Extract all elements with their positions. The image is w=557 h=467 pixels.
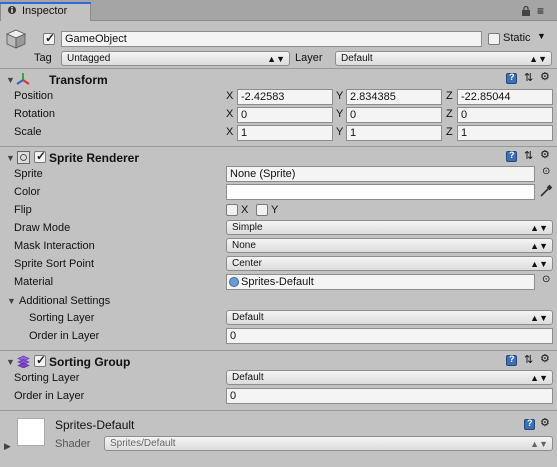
lock-icon[interactable] (521, 6, 531, 16)
flip-y-checkbox[interactable] (256, 204, 268, 216)
presets-icon[interactable]: ⇅ (524, 353, 533, 366)
sprite-field[interactable]: None (Sprite) (226, 166, 535, 182)
material-foldout[interactable]: ▶ (4, 441, 11, 452)
sg-order-in-layer-label: Order in Layer (14, 390, 85, 402)
tag-dropdown[interactable]: Untagged ▲▼ (61, 51, 290, 66)
sr-sorting-layer-dropdown[interactable]: Default ▲▼ (226, 310, 553, 325)
color-field[interactable] (226, 184, 535, 200)
sprite-renderer-foldout[interactable]: ▼ (6, 153, 15, 163)
gear-icon[interactable]: ⚙ (540, 70, 550, 83)
scale-label: Scale (14, 126, 42, 138)
sprite-material-icon (229, 277, 239, 287)
sorting-group-icon (17, 355, 30, 368)
tab-title: Inspector (22, 5, 68, 17)
flip-y-label: Y (271, 204, 279, 216)
scale-y-label[interactable]: Y (336, 126, 343, 138)
help-icon[interactable] (524, 418, 535, 430)
sprite-renderer-icon (17, 151, 30, 164)
sorting-group-foldout[interactable]: ▼ (6, 357, 15, 367)
position-label: Position (14, 90, 54, 102)
static-label: Static (503, 32, 531, 44)
scale-z-label[interactable]: Z (446, 126, 453, 138)
sr-sorting-layer-label: Sorting Layer (29, 312, 95, 324)
draw-mode-label: Draw Mode (14, 222, 71, 234)
gear-icon[interactable]: ⚙ (540, 352, 550, 365)
sprite-renderer-enabled-checkbox[interactable] (34, 149, 46, 163)
rotation-y-field[interactable]: 0 (346, 107, 442, 123)
divider (0, 146, 557, 147)
rotation-x-label[interactable]: X (226, 108, 233, 120)
more-icon[interactable]: ≡ (537, 4, 544, 18)
sr-order-in-layer-label: Order in Layer (29, 330, 100, 342)
transform-title: Transform (49, 73, 108, 87)
scale-x-field[interactable]: 1 (237, 125, 333, 141)
sg-order-in-layer-field[interactable]: 0 (226, 388, 553, 404)
material-label: Material (14, 276, 54, 288)
color-label: Color (14, 186, 41, 198)
picker-icon[interactable]: ⊙ (542, 274, 550, 285)
scale-x-label[interactable]: X (226, 126, 233, 138)
position-x-label[interactable]: X (226, 90, 233, 102)
sr-order-in-layer-field[interactable]: 0 (226, 328, 553, 344)
sg-sorting-layer-label: Sorting Layer (14, 372, 80, 384)
position-z-field[interactable]: -22.85044 (457, 89, 553, 105)
additional-settings-label[interactable]: Additional Settings (19, 295, 110, 307)
position-x-field[interactable]: -2.42583 (237, 89, 333, 105)
help-icon[interactable] (506, 354, 517, 366)
flip-x-checkbox[interactable] (226, 204, 238, 216)
sorting-group-enabled-checkbox[interactable] (34, 353, 46, 367)
shader-dropdown[interactable]: Sprites/Default ▲▼ (104, 436, 553, 451)
eyedropper-icon[interactable] (539, 184, 553, 198)
gear-icon[interactable]: ⚙ (540, 416, 550, 429)
rotation-label: Rotation (14, 108, 55, 120)
transform-foldout[interactable]: ▼ (6, 75, 15, 85)
transform-icon (16, 73, 30, 85)
active-checkbox[interactable] (43, 31, 55, 45)
mask-interaction-label: Mask Interaction (14, 240, 95, 252)
presets-icon[interactable]: ⇅ (524, 71, 533, 84)
presets-icon[interactable]: ⇅ (524, 149, 533, 162)
position-y-field[interactable]: 2.834385 (346, 89, 442, 105)
scale-z-field[interactable]: 1 (457, 125, 553, 141)
picker-icon[interactable]: ⊙ (542, 166, 550, 177)
tag-label: Tag (34, 52, 52, 64)
help-icon[interactable] (506, 150, 517, 162)
material-name: Sprites-Default (55, 418, 135, 432)
sprite-label: Sprite (14, 168, 43, 180)
mask-interaction-dropdown[interactable]: None ▲▼ (226, 238, 553, 253)
position-z-label[interactable]: Z (446, 90, 453, 102)
inspector-icon (8, 6, 16, 14)
layer-label: Layer (295, 52, 323, 64)
scale-y-field[interactable]: 1 (346, 125, 442, 141)
divider (0, 350, 557, 351)
additional-settings-foldout[interactable]: ▼ (7, 296, 16, 306)
sprite-sort-point-dropdown[interactable]: Center ▲▼ (226, 256, 553, 271)
rotation-z-field[interactable]: 0 (457, 107, 553, 123)
material-preview (17, 418, 45, 446)
cube-icon (6, 29, 26, 49)
static-checkbox[interactable] (488, 33, 500, 45)
material-field[interactable]: Sprites-Default (226, 274, 535, 290)
layer-dropdown[interactable]: Default ▲▼ (335, 51, 552, 66)
flip-label: Flip (14, 204, 32, 216)
tab-accent (0, 2, 91, 4)
rotation-x-field[interactable]: 0 (237, 107, 333, 123)
position-y-label[interactable]: Y (336, 90, 343, 102)
static-dropdown-arrow[interactable]: ▼ (537, 31, 546, 41)
gear-icon[interactable]: ⚙ (540, 148, 550, 161)
sprite-renderer-title: Sprite Renderer (49, 151, 140, 165)
sg-sorting-layer-dropdown[interactable]: Default ▲▼ (226, 370, 553, 385)
divider (0, 410, 557, 411)
sprite-sort-point-label: Sprite Sort Point (14, 258, 95, 270)
shader-label: Shader (55, 438, 91, 450)
sorting-group-title: Sorting Group (49, 355, 131, 369)
rotation-y-label[interactable]: Y (336, 108, 343, 120)
draw-mode-dropdown[interactable]: Simple ▲▼ (226, 220, 553, 235)
name-field[interactable]: GameObject (61, 31, 482, 47)
flip-x-label: X (241, 204, 249, 216)
help-icon[interactable] (506, 72, 517, 84)
rotation-z-label[interactable]: Z (446, 108, 453, 120)
